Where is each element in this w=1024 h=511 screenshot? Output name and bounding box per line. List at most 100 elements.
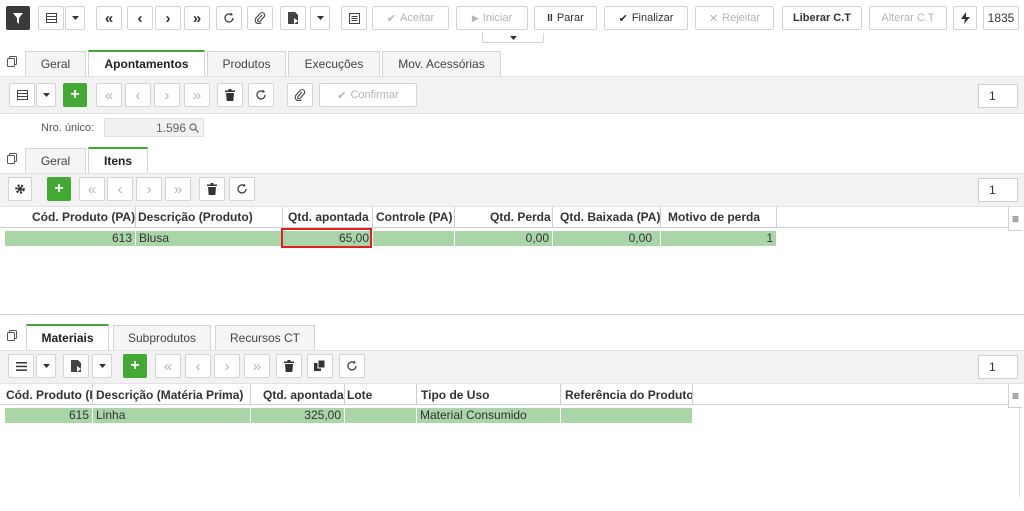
duplicate-button[interactable] [307, 354, 333, 378]
column-header[interactable]: Descrição (Matéria Prima) [96, 388, 243, 402]
double-right-icon: » [192, 86, 202, 104]
first-record-button[interactable]: « [155, 354, 181, 378]
filter-button[interactable] [6, 6, 30, 30]
previous-record-button[interactable]: ‹ [107, 177, 133, 201]
grid-view-button[interactable] [9, 83, 35, 107]
tab-recursos-ct[interactable]: Recursos CT [215, 325, 315, 350]
refresh-button[interactable] [248, 83, 274, 107]
header-underline [0, 404, 1008, 405]
first-record-button[interactable]: « [96, 83, 122, 107]
add-button[interactable]: + [123, 354, 147, 378]
alterar-ct-button[interactable]: Alterar C.T [869, 6, 947, 30]
attach-button[interactable] [287, 83, 313, 107]
column-divider [372, 207, 373, 227]
column-header[interactable]: Motivo de perda [668, 210, 760, 224]
column-header[interactable]: Controle (PA) [376, 210, 452, 224]
next-record-button[interactable]: › [155, 6, 181, 30]
collapse-toggle[interactable] [482, 33, 544, 43]
next-record-button[interactable]: › [214, 354, 240, 378]
column-header[interactable]: Referência do Produto [565, 388, 694, 402]
add-button[interactable]: + [47, 177, 71, 201]
duplicate-icon [314, 360, 326, 371]
tab-geral-sub[interactable]: Geral [25, 148, 86, 173]
finalizar-button[interactable]: ✔ Finalizar [604, 6, 688, 30]
column-header[interactable]: Cód. Produto (I [6, 388, 92, 402]
rejeitar-button[interactable]: ✕ Rejeitar [695, 6, 774, 30]
tab-execucoes[interactable]: Execuções [288, 51, 380, 76]
column-header[interactable]: Qtd. Perda [490, 210, 551, 224]
column-header[interactable]: Descrição (Produto) [138, 210, 253, 224]
refresh-button[interactable] [339, 354, 365, 378]
tab-mov-acessorias[interactable]: Mov. Acessórias [382, 51, 501, 76]
view-dropdown-button[interactable] [36, 83, 56, 107]
copy-icon[interactable] [7, 153, 17, 164]
tab-subprodutos[interactable]: Subprodutos [113, 325, 211, 350]
column-header[interactable]: Qtd. apontada [288, 210, 369, 224]
last-record-button[interactable]: » [165, 177, 191, 201]
settings-button[interactable] [8, 177, 32, 201]
page-number-input[interactable]: 1 [978, 355, 1018, 379]
column-header[interactable]: Qtd. apontada [263, 388, 344, 402]
tab-apontamentos[interactable]: Apontamentos [88, 50, 205, 76]
delete-button[interactable] [199, 177, 225, 201]
refresh-button[interactable] [216, 6, 242, 30]
tab-geral[interactable]: Geral [25, 51, 86, 76]
tab-produtos[interactable]: Produtos [207, 51, 286, 76]
attach-button[interactable] [247, 6, 273, 30]
liberar-ct-button[interactable]: Liberar C.T [782, 6, 862, 30]
next-record-button[interactable]: › [136, 177, 162, 201]
previous-record-button[interactable]: ‹ [185, 354, 211, 378]
record-counter-value: 1835 [987, 11, 1015, 25]
page-number-input[interactable]: 1 [978, 178, 1018, 202]
page-number-input[interactable]: 1 [978, 84, 1018, 108]
caret-down-icon [98, 364, 106, 368]
columns-menu-icon[interactable]: ≡ [1008, 207, 1022, 231]
row-cell [345, 408, 416, 423]
last-record-button[interactable]: » [184, 6, 210, 30]
report-dropdown-button[interactable] [92, 354, 112, 378]
column-header[interactable]: Cód. Produto (PA) [32, 210, 135, 224]
confirmar-button[interactable]: ✔ Confirmar [319, 83, 417, 107]
previous-record-button[interactable]: ‹ [127, 6, 153, 30]
delete-button[interactable] [276, 354, 302, 378]
first-record-button[interactable]: « [79, 177, 105, 201]
column-header[interactable]: Tipo de Uso [421, 388, 489, 402]
copy-icon[interactable] [7, 56, 17, 67]
double-left-icon: « [163, 357, 173, 375]
tab-itens[interactable]: Itens [88, 147, 148, 173]
view-dropdown-button[interactable] [36, 354, 56, 378]
form-view-button[interactable] [341, 6, 367, 30]
add-button[interactable]: + [63, 83, 87, 107]
grid-view-button[interactable] [38, 6, 64, 30]
tab-materiais[interactable]: Materiais [26, 324, 109, 350]
nro-unico-value: 1.596 [155, 121, 186, 135]
view-dropdown-button[interactable] [65, 6, 85, 30]
actions-button[interactable] [953, 6, 977, 30]
column-divider [552, 207, 553, 227]
previous-record-button[interactable]: ‹ [125, 83, 151, 107]
column-header[interactable]: Qtd. Baixada (PA) [560, 210, 660, 224]
report-button[interactable] [63, 354, 89, 378]
plus-icon: + [70, 86, 80, 103]
parar-button[interactable]: II Parar [534, 6, 597, 30]
search-icon[interactable] [189, 123, 199, 133]
nro-unico-field[interactable]: 1.596 [104, 118, 204, 137]
tab-geral-sub-label: Geral [40, 154, 71, 168]
iniciar-label: Iniciar [482, 12, 513, 24]
columns-menu-icon[interactable]: ≡ [1008, 384, 1022, 408]
last-record-button[interactable]: » [184, 83, 210, 107]
list-view-button[interactable] [8, 354, 34, 378]
column-header[interactable]: Lote [347, 388, 372, 402]
next-record-button[interactable]: › [154, 83, 180, 107]
iniciar-button[interactable]: ▶ Iniciar [456, 6, 528, 30]
last-record-button[interactable]: » [244, 354, 270, 378]
report-dropdown-button[interactable] [310, 6, 330, 30]
column-divider [776, 207, 777, 227]
aceitar-button[interactable]: ✔ Aceitar [372, 6, 449, 30]
report-button[interactable] [280, 6, 306, 30]
tab-mov-acessorias-label: Mov. Acessórias [398, 57, 485, 71]
copy-icon[interactable] [7, 330, 17, 341]
delete-button[interactable] [217, 83, 243, 107]
refresh-button[interactable] [229, 177, 255, 201]
first-record-button[interactable]: « [96, 6, 122, 30]
